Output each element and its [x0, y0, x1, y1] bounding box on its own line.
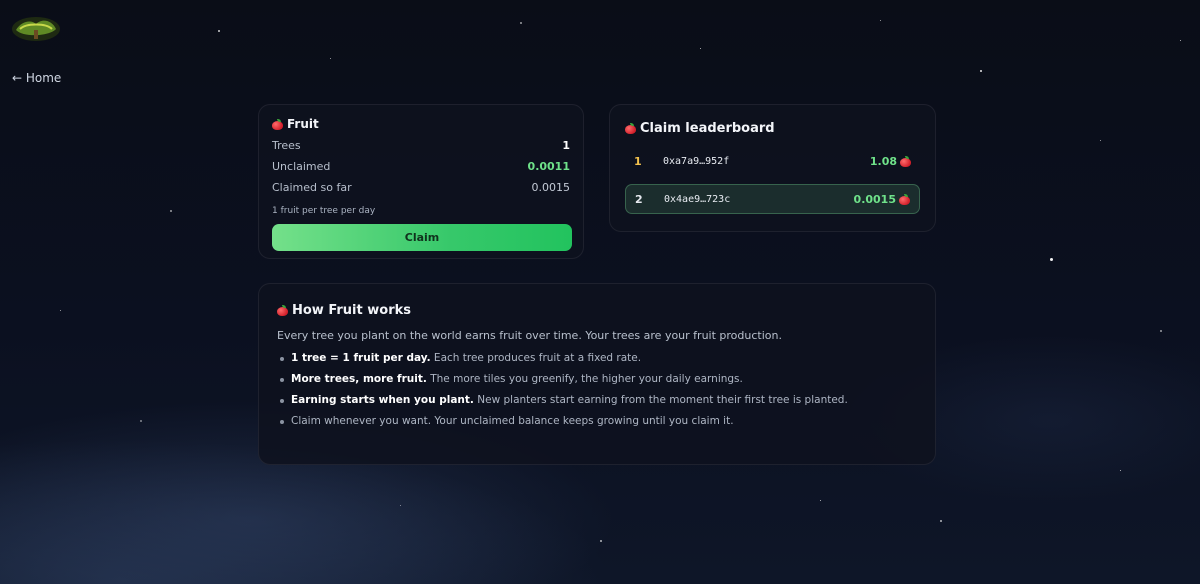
home-link-label[interactable]: ← Home [12, 71, 61, 85]
leaderboard-amount: 1.08 [870, 155, 911, 168]
list-item-text: Each tree produces fruit at a fixed rate… [430, 352, 642, 364]
leaderboard-address: 0x4ae9…723c [664, 193, 731, 205]
fruit-card-title: Fruit [272, 117, 570, 131]
apple-icon [625, 123, 636, 134]
apple-icon [272, 118, 283, 130]
leaderboard-title: Claim leaderboard [625, 121, 920, 136]
list-item: 1 tree = 1 fruit per day. Each tree prod… [277, 352, 917, 364]
stat-label: Claimed so far [272, 181, 352, 194]
apple-icon [900, 155, 911, 167]
leaderboard-card: Claim leaderboard 1 0xa7a9…952f 1.08 2 0… [609, 104, 936, 232]
leaderboard-amount: 0.0015 [854, 193, 910, 206]
list-item-text: The more tiles you greenify, the higher … [426, 373, 743, 385]
leaderboard-rank: 1 [634, 154, 642, 168]
leaderboard-row: 1 0xa7a9…952f 1.08 [625, 146, 920, 176]
fruit-rate-note: 1 fruit per tree per day [272, 206, 376, 216]
list-item: More trees, more fruit. The more tiles y… [277, 373, 917, 385]
list-item: Earning starts when you plant. New plant… [277, 394, 917, 406]
stat-value: 0.0011 [527, 160, 570, 173]
list-item-bold: Earning starts when you plant. [291, 394, 474, 406]
home-link[interactable]: ← Home [12, 71, 61, 85]
how-intro: Every tree you plant on the world earns … [277, 329, 782, 342]
how-title-text: How Fruit works [292, 303, 411, 318]
stat-value: 0.0015 [531, 181, 571, 194]
list-item-text: New planters start earning from the mome… [473, 394, 848, 406]
leaderboard-title-text: Claim leaderboard [640, 121, 775, 136]
leaderboard-address: 0xa7a9…952f [663, 155, 730, 167]
stat-value: 1 [562, 139, 570, 152]
list-item: Claim whenever you want. Your unclaimed … [277, 415, 917, 427]
how-fruit-works-card: How Fruit works Every tree you plant on … [258, 283, 936, 465]
apple-icon [277, 305, 288, 316]
apple-icon [899, 193, 910, 205]
how-list: 1 tree = 1 fruit per day. Each tree prod… [277, 352, 917, 427]
leaderboard-row-current-user: 2 0x4ae9…723c 0.0015 [625, 184, 920, 214]
list-item-bold: 1 tree = 1 fruit per day. [291, 352, 431, 364]
list-item-bold: More trees, more fruit. [291, 373, 427, 385]
claim-button[interactable]: Claim [272, 224, 572, 251]
list-item-text: Claim whenever you want. Your unclaimed … [291, 415, 734, 427]
stat-row-trees: Trees 1 [272, 139, 570, 152]
stat-row-unclaimed: Unclaimed 0.0011 [272, 160, 570, 173]
fruit-card-title-text: Fruit [287, 117, 319, 131]
stat-label: Trees [272, 139, 301, 152]
stat-row-claimed: Claimed so far 0.0015 [272, 181, 570, 194]
leaderboard-amount-value: 0.0015 [853, 192, 896, 206]
tree-logo-icon[interactable] [10, 14, 62, 44]
leaderboard-amount-value: 1.08 [869, 154, 897, 168]
stat-label: Unclaimed [272, 160, 331, 173]
how-title: How Fruit works [277, 303, 917, 318]
fruit-card: Fruit Trees 1 Unclaimed 0.0011 Claimed s… [258, 104, 584, 259]
leaderboard-rank: 2 [635, 192, 643, 206]
